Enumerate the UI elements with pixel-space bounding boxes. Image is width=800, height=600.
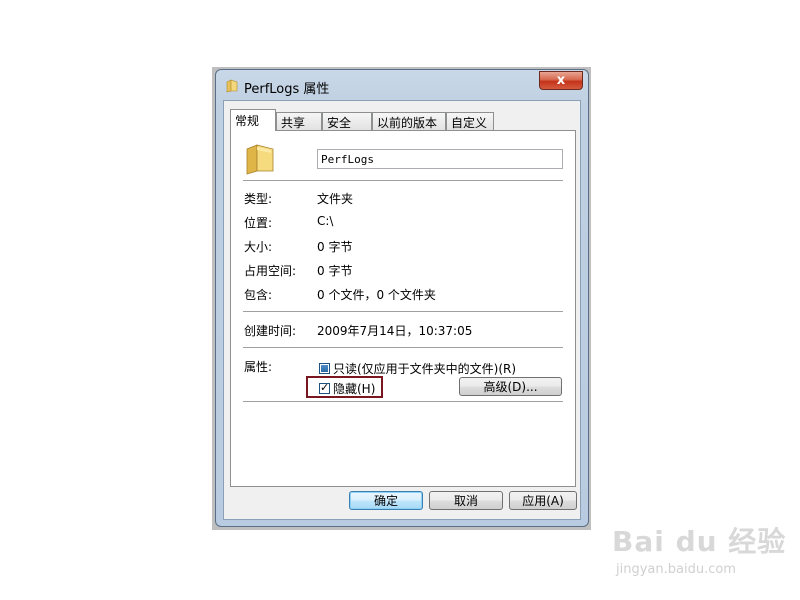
created-label: 创建时间: bbox=[244, 324, 297, 338]
attributes-label: 属性: bbox=[244, 360, 273, 374]
folder-name-input[interactable] bbox=[317, 149, 563, 169]
tab-sharing[interactable]: 共享 bbox=[276, 112, 322, 130]
watermark: Bai du 经验 jingyan.baidu.com bbox=[612, 520, 785, 586]
ok-button[interactable]: 确定 bbox=[349, 491, 423, 510]
folder-icon bbox=[246, 144, 274, 175]
location-label: 位置: bbox=[244, 216, 273, 230]
separator bbox=[243, 401, 563, 403]
watermark-url: jingyan.baidu.com bbox=[616, 562, 736, 577]
title-bar[interactable]: PerfLogs 属性 x bbox=[216, 70, 588, 100]
tab-security[interactable]: 安全 bbox=[322, 112, 372, 130]
apply-button[interactable]: 应用(A) bbox=[509, 491, 577, 510]
advanced-button[interactable]: 高级(D)... bbox=[459, 377, 562, 396]
type-value: 文件夹 bbox=[317, 192, 354, 206]
readonly-label[interactable]: 只读(仅应用于文件夹中的文件)(R) bbox=[333, 360, 516, 377]
close-button[interactable]: x bbox=[539, 71, 583, 90]
size-on-disk-value: 0 字节 bbox=[317, 264, 353, 278]
dialog-client-area: 常规 共享 安全 以前的版本 自定义 类型: 文件夹 位置: C:\ 大小: 0… bbox=[223, 100, 581, 520]
size-on-disk-label: 占用空间: bbox=[244, 264, 297, 278]
tab-general[interactable]: 常规 bbox=[230, 109, 276, 131]
folder-icon bbox=[226, 79, 238, 93]
cancel-button[interactable]: 取消 bbox=[429, 491, 503, 510]
watermark-logo: Bai du 经验 bbox=[612, 525, 787, 558]
window-title: PerfLogs 属性 bbox=[244, 82, 330, 97]
annotation-highlight-box bbox=[306, 376, 383, 398]
size-label: 大小: bbox=[244, 240, 273, 254]
type-label: 类型: bbox=[244, 192, 273, 206]
separator bbox=[243, 180, 563, 182]
separator bbox=[243, 311, 563, 313]
properties-dialog: PerfLogs 属性 x 常规 共享 安全 以前的版本 自定义 类型: 文件夹… bbox=[215, 69, 589, 527]
close-icon: x bbox=[556, 73, 566, 88]
tab-customize[interactable]: 自定义 bbox=[446, 112, 494, 130]
size-value: 0 字节 bbox=[317, 240, 353, 254]
contains-label: 包含: bbox=[244, 288, 273, 302]
readonly-checkbox[interactable] bbox=[319, 363, 330, 374]
separator bbox=[243, 347, 563, 349]
location-value: C:\ bbox=[317, 214, 334, 228]
contains-value: 0 个文件，0 个文件夹 bbox=[317, 288, 436, 302]
general-tab-panel: 类型: 文件夹 位置: C:\ 大小: 0 字节 占用空间: 0 字节 包含: … bbox=[230, 130, 576, 487]
created-value: 2009年7月14日，10:37:05 bbox=[317, 324, 473, 338]
tab-previous-versions[interactable]: 以前的版本 bbox=[372, 112, 446, 130]
